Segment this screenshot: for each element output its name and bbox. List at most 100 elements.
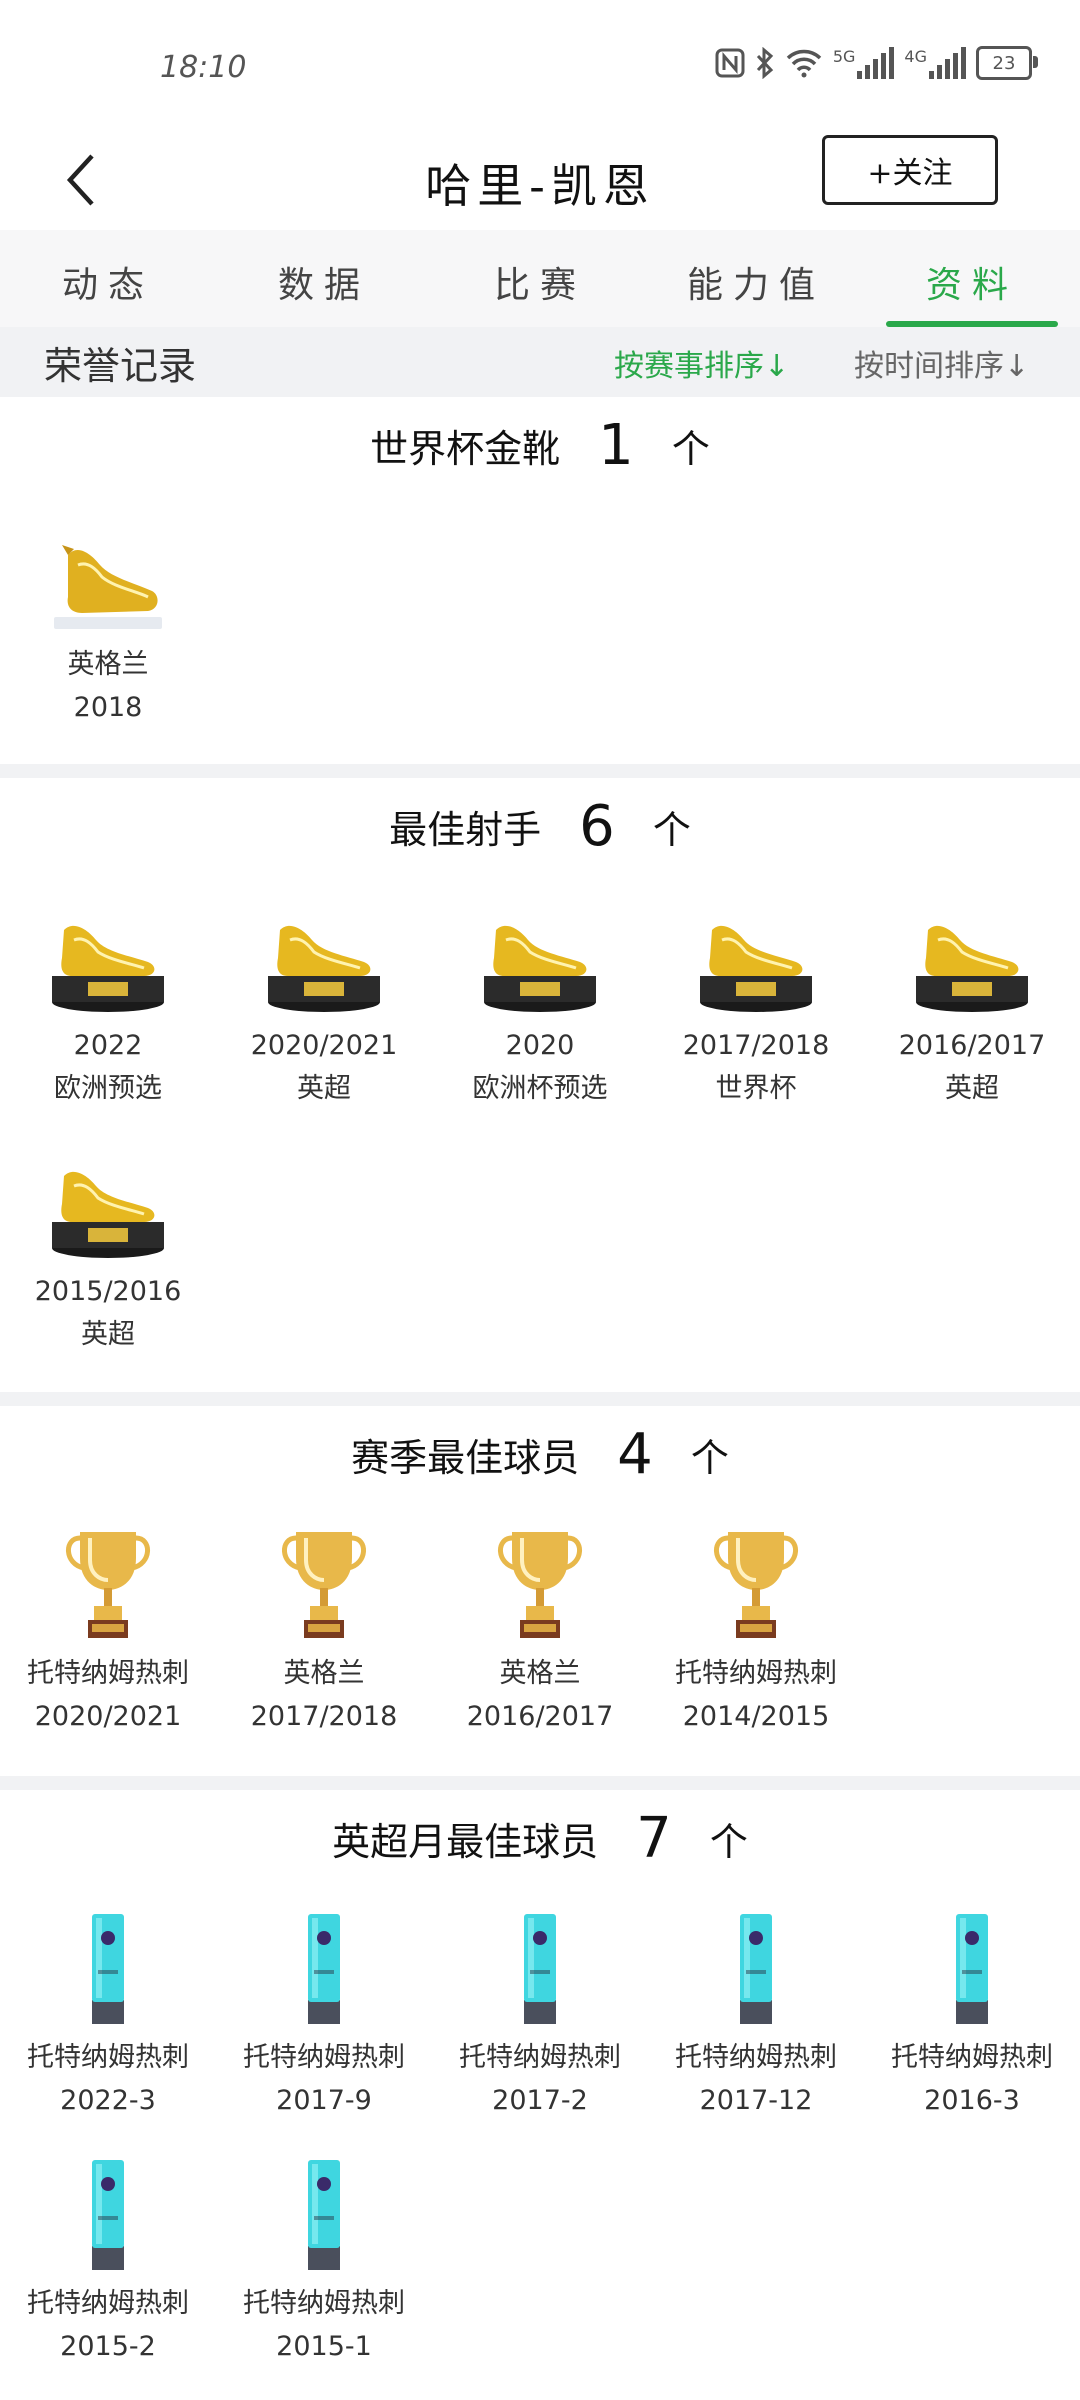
- honor-item[interactable]: 托特纳姆热刺 2015-1: [216, 2132, 432, 2378]
- section-header: 赛季最佳球员 4 个: [0, 1406, 1080, 1502]
- honor-team: 托特纳姆热刺: [27, 1658, 189, 1689]
- status-icons: 5G 4G 23: [715, 46, 1038, 80]
- honor-month: 2022-3: [60, 2085, 156, 2116]
- section-unit: 个: [690, 1435, 729, 1480]
- battery-icon: 23: [976, 46, 1038, 80]
- section-header: 最佳射手 6 个: [0, 778, 1080, 874]
- cup-trophy-icon: [254, 1514, 394, 1644]
- honor-item[interactable]: 托特纳姆热刺 2016-3: [864, 1886, 1080, 2132]
- honor-month: 2015-2: [60, 2331, 156, 2362]
- section-count: 6: [579, 793, 615, 859]
- honor-item[interactable]: 托特纳姆热刺 2014/2015: [648, 1502, 864, 1748]
- section-unit: 个: [709, 1819, 748, 1864]
- section-header: 世界杯金靴 1 个: [0, 397, 1080, 493]
- honor-season: 2022: [73, 1030, 143, 1061]
- honor-item[interactable]: 2016/2017 英超: [864, 874, 1080, 1120]
- tab-stats[interactable]: 数据: [216, 230, 432, 327]
- honor-item[interactable]: 英格兰 2018: [0, 493, 216, 739]
- honor-season: 2014/2015: [682, 1701, 830, 1732]
- follow-button[interactable]: +关注: [822, 135, 998, 205]
- honor-competition: 英超: [297, 1073, 351, 1104]
- nfc-icon: [715, 48, 745, 78]
- honor-month: 2017-12: [699, 2085, 813, 2116]
- golden-boot-trophy-icon: [902, 886, 1042, 1016]
- honors-sort-bar: 荣誉记录 按赛事排序↓ 按时间排序↓: [0, 327, 1080, 397]
- honor-competition: 英超: [81, 1319, 135, 1350]
- premier-league-award-icon: [470, 1898, 610, 2028]
- signal-5g-icon: 5G: [833, 47, 895, 79]
- honor-season: 2020: [505, 1030, 575, 1061]
- honor-month: 2017-9: [276, 2085, 372, 2116]
- honor-item[interactable]: 2020/2021 英超: [216, 874, 432, 1120]
- honor-season: 2017/2018: [682, 1030, 830, 1061]
- cup-trophy-icon: [470, 1514, 610, 1644]
- golden-boot-trophy-icon: [38, 1132, 178, 1262]
- honors-title: 荣誉记录: [44, 344, 197, 388]
- golden-boot-icon: [38, 505, 178, 635]
- premier-league-award-icon: [254, 2144, 394, 2274]
- honor-item[interactable]: 托特纳姆热刺 2017-2: [432, 1886, 648, 2132]
- golden-boot-trophy-icon: [254, 886, 394, 1016]
- honor-team: 托特纳姆热刺: [27, 2042, 189, 2073]
- honor-season: 2016/2017: [898, 1030, 1046, 1061]
- premier-league-award-icon: [38, 2144, 178, 2274]
- honor-item[interactable]: 英格兰 2017/2018: [216, 1502, 432, 1748]
- section-count: 7: [636, 1805, 672, 1871]
- honor-item[interactable]: 英格兰 2016/2017: [432, 1502, 648, 1748]
- honor-item[interactable]: 2017/2018 世界杯: [648, 874, 864, 1120]
- honor-team: 托特纳姆热刺: [891, 2042, 1053, 2073]
- honor-month: 2016-3: [924, 2085, 1020, 2116]
- cup-trophy-icon: [38, 1514, 178, 1644]
- honor-item[interactable]: 托特纳姆热刺 2022-3: [0, 1886, 216, 2132]
- premier-league-award-icon: [686, 1898, 826, 2028]
- honor-grid: 英格兰 2018: [0, 493, 1080, 739]
- honor-month: 2015-1: [276, 2331, 372, 2362]
- battery-level: 23: [992, 52, 1016, 74]
- premier-league-award-icon: [902, 1898, 1042, 2028]
- header: 哈里-凯恩 +关注: [0, 130, 1080, 230]
- section-name: 赛季最佳球员: [351, 1435, 580, 1480]
- honor-team: 英格兰: [283, 1658, 365, 1689]
- section-unit: 个: [652, 807, 691, 852]
- signal-4g-icon: 4G: [904, 47, 966, 79]
- section-count: 4: [617, 1421, 653, 1487]
- sort-by-time-button[interactable]: 按时间排序↓: [854, 341, 1029, 385]
- section-header: 英超月最佳球员 7 个: [0, 1790, 1080, 1886]
- honor-team: 英格兰: [499, 1658, 581, 1689]
- honor-grid: 托特纳姆热刺 2022-3 托特纳姆热刺 2017-9 托特纳姆热刺 2017-…: [0, 1886, 1080, 2378]
- honor-item[interactable]: 2020 欧洲杯预选: [432, 874, 648, 1120]
- wifi-icon: [785, 48, 823, 78]
- section-name: 英超月最佳球员: [332, 1819, 599, 1864]
- tab-updates[interactable]: 动态: [0, 230, 216, 327]
- section-name: 世界杯金靴: [370, 426, 561, 471]
- honor-team: 托特纳姆热刺: [27, 2288, 189, 2319]
- honor-team: 托特纳姆热刺: [243, 2288, 405, 2319]
- honor-season: 2016/2017: [466, 1701, 614, 1732]
- honor-section-season-best-player: 赛季最佳球员 4 个 托特纳姆热刺 2020/2021 英格兰 2017/201…: [0, 1406, 1080, 1748]
- honor-season: 2018: [73, 692, 143, 723]
- honor-section-world-cup-golden-boot: 世界杯金靴 1 个 英格兰 2018: [0, 397, 1080, 739]
- honor-item[interactable]: 2022 欧洲预选: [0, 874, 216, 1120]
- honor-team: 英格兰: [67, 649, 149, 680]
- honor-section-pl-player-of-month: 英超月最佳球员 7 个 托特纳姆热刺 2022-3 托特纳姆热刺 2017-9 …: [0, 1790, 1080, 2378]
- premier-league-award-icon: [254, 1898, 394, 2028]
- tab-ratings[interactable]: 能力值: [648, 230, 864, 327]
- section-divider: [0, 1776, 1080, 1790]
- golden-boot-trophy-icon: [38, 886, 178, 1016]
- golden-boot-trophy-icon: [470, 886, 610, 1016]
- section-divider: [0, 764, 1080, 778]
- tab-matches[interactable]: 比赛: [432, 230, 648, 327]
- honor-team: 托特纳姆热刺: [459, 2042, 621, 2073]
- honor-grid: 2022 欧洲预选 2020/2021 英超 2020 欧洲杯预选 2017/2…: [0, 874, 1080, 1366]
- honor-item[interactable]: 托特纳姆热刺 2017-12: [648, 1886, 864, 2132]
- honor-item[interactable]: 托特纳姆热刺 2015-2: [0, 2132, 216, 2378]
- sort-by-event-button[interactable]: 按赛事排序↓: [614, 341, 789, 385]
- honor-season: 2015/2016: [34, 1276, 182, 1307]
- honor-item[interactable]: 托特纳姆热刺 2017-9: [216, 1886, 432, 2132]
- honor-item[interactable]: 2015/2016 英超: [0, 1120, 216, 1366]
- tab-profile[interactable]: 资料: [864, 230, 1080, 327]
- premier-league-award-icon: [38, 1898, 178, 2028]
- honor-item[interactable]: 托特纳姆热刺 2020/2021: [0, 1502, 216, 1748]
- honor-season: 2020/2021: [34, 1701, 182, 1732]
- honor-team: 托特纳姆热刺: [675, 1658, 837, 1689]
